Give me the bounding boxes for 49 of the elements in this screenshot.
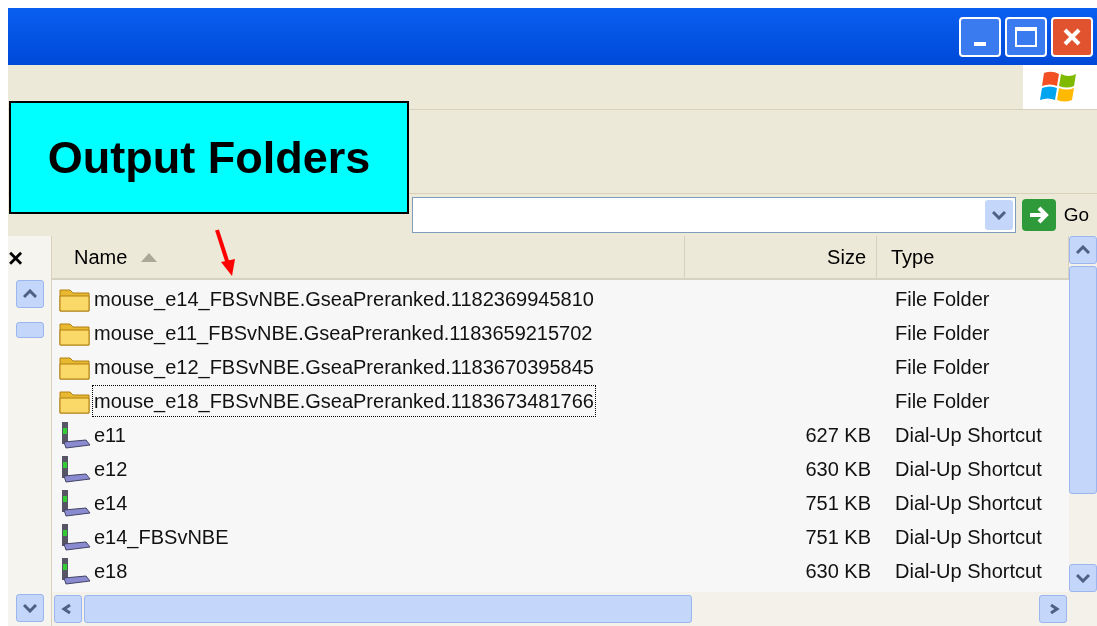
scroll-right-button[interactable] [1039, 595, 1067, 623]
file-type: File Folder [895, 288, 990, 310]
chevron-icon [1076, 245, 1090, 255]
chevron-icon [22, 289, 37, 299]
file-type: Dial-Up Shortcut [895, 458, 1042, 480]
file-type: File Folder [895, 322, 990, 344]
file-name[interactable]: e18 [92, 555, 130, 587]
chevron-icon [22, 603, 37, 613]
dropdown-button[interactable] [984, 200, 1013, 230]
file-type: Dial-Up Shortcut [895, 526, 1042, 548]
minimize-button[interactable] [959, 16, 1001, 57]
file-size: 751 KB [805, 491, 871, 516]
scroll-thumb[interactable] [84, 595, 692, 623]
scroll-down-button[interactable] [1069, 564, 1097, 592]
file-type: Dial-Up Shortcut [895, 560, 1042, 582]
chevron-icon [991, 210, 1006, 220]
windows-logo-icon [1023, 65, 1097, 109]
chevron-icon [1076, 573, 1090, 583]
scroll-thumb[interactable] [1069, 266, 1097, 494]
close-button[interactable] [1051, 16, 1093, 57]
file-type: Dial-Up Shortcut [895, 492, 1042, 514]
file-size: 630 KB [805, 559, 871, 584]
file-name[interactable]: mouse_e18_FBSvNBE.GseaPreranked.1183673481766 [92, 385, 596, 417]
file-type: File Folder [895, 390, 990, 412]
go-button[interactable]: Go [1021, 199, 1089, 231]
scroll-up-button[interactable] [1069, 236, 1097, 264]
file-name[interactable]: e12 [92, 453, 130, 485]
address-field[interactable] [412, 197, 1016, 233]
scroll-down-button[interactable] [15, 594, 44, 622]
file-size: 630 KB [805, 457, 871, 482]
file-name[interactable]: mouse_e12_FBSvNBE.GseaPreranked.1183670395845 [92, 351, 596, 383]
file-name[interactable]: e14_FBSvNBE [92, 521, 231, 553]
column-header[interactable]: Size [685, 236, 877, 278]
close-pane-button[interactable]: × [8, 236, 51, 280]
file-name[interactable]: e14 [92, 487, 130, 519]
file-size: 751 KB [805, 525, 871, 550]
sort-arrow-icon [139, 251, 160, 263]
file-type: File Folder [895, 356, 990, 378]
close-icon [1062, 26, 1082, 47]
scroll-left-button[interactable] [54, 595, 82, 623]
callout-text: Output Folders [47, 130, 371, 185]
file-name[interactable]: mouse_e11_FBSvNBE.GseaPreranked.1183659215702 [92, 317, 595, 349]
file-name[interactable]: mouse_e14_FBSvNBE.GseaPreranked.1182369945810 [92, 283, 596, 315]
scroll-thumb[interactable] [15, 322, 44, 338]
file-name[interactable]: e11 [92, 419, 128, 451]
scroll-up-button[interactable] [15, 280, 44, 308]
file-type: Dial-Up Shortcut [895, 424, 1042, 446]
file-size: 627 KB [805, 423, 871, 448]
maximize-button[interactable] [1005, 16, 1047, 57]
